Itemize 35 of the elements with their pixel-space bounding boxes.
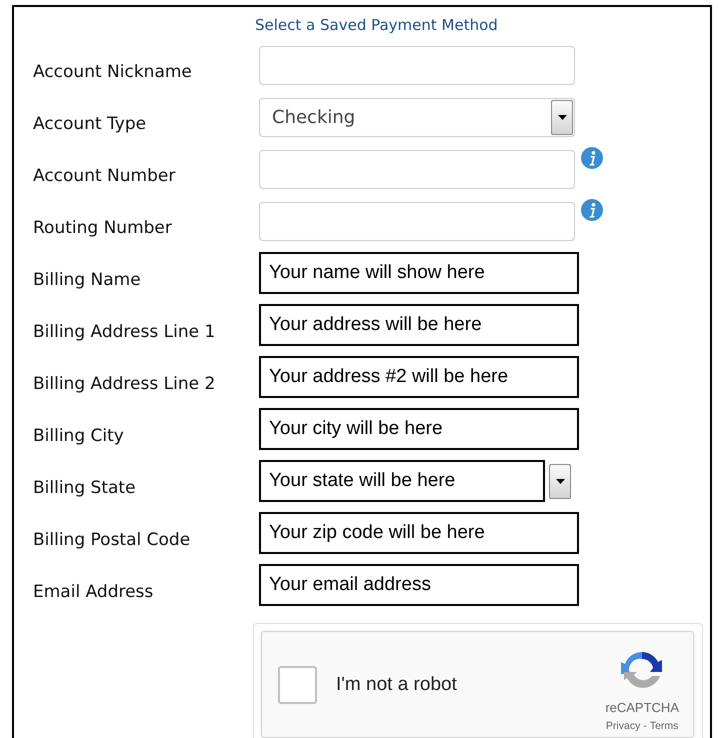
input-field[interactable]: [259, 46, 575, 84]
caret-icon: [558, 114, 566, 120]
info-icon[interactable]: [581, 147, 603, 169]
field-label: Account Number: [33, 165, 176, 186]
dropdown-button[interactable]: [549, 464, 571, 498]
info-icon[interactable]: [581, 199, 603, 221]
brand-name: reCAPTCHA: [605, 700, 679, 714]
input-field[interactable]: Your email address: [259, 564, 579, 606]
field-label: Billing Name: [33, 269, 142, 290]
saved-payment-link[interactable]: Select a Saved Payment Method: [255, 16, 498, 34]
field-label: Email Address: [33, 581, 154, 602]
field-label: Billing Postal Code: [33, 529, 192, 550]
caret-icon: [556, 478, 564, 484]
field-label: Billing City: [33, 425, 125, 446]
input-field[interactable]: [259, 202, 575, 240]
input-field[interactable]: Your address #2 will be here: [259, 356, 579, 398]
dropdown-field[interactable]: Checking: [259, 98, 575, 136]
legal-link[interactable]: Terms: [650, 720, 678, 732]
field-label: Billing Address Line 1: [33, 321, 216, 342]
separator: -: [643, 720, 647, 732]
input-field[interactable]: [259, 150, 575, 188]
dropdown-button[interactable]: [551, 100, 573, 134]
field-label: Account Type: [33, 113, 148, 134]
captcha-checkbox[interactable]: [278, 666, 317, 704]
input-field[interactable]: Your address will be here: [259, 304, 579, 346]
captcha-label: I'm not a robot: [336, 674, 458, 696]
field-label: Billing State: [33, 477, 137, 498]
input-field[interactable]: Your name will show here: [259, 252, 579, 294]
input-field[interactable]: Your city will be here: [259, 408, 579, 450]
field-label: Billing Address Line 2: [33, 373, 216, 394]
input-field[interactable]: Your zip code will be here: [259, 512, 579, 554]
legal-link[interactable]: Privacy: [606, 720, 640, 732]
field-label: Account Nickname: [33, 61, 193, 82]
field-label: Routing Number: [33, 217, 173, 238]
dropdown-field[interactable]: Your state will be here: [259, 460, 545, 502]
